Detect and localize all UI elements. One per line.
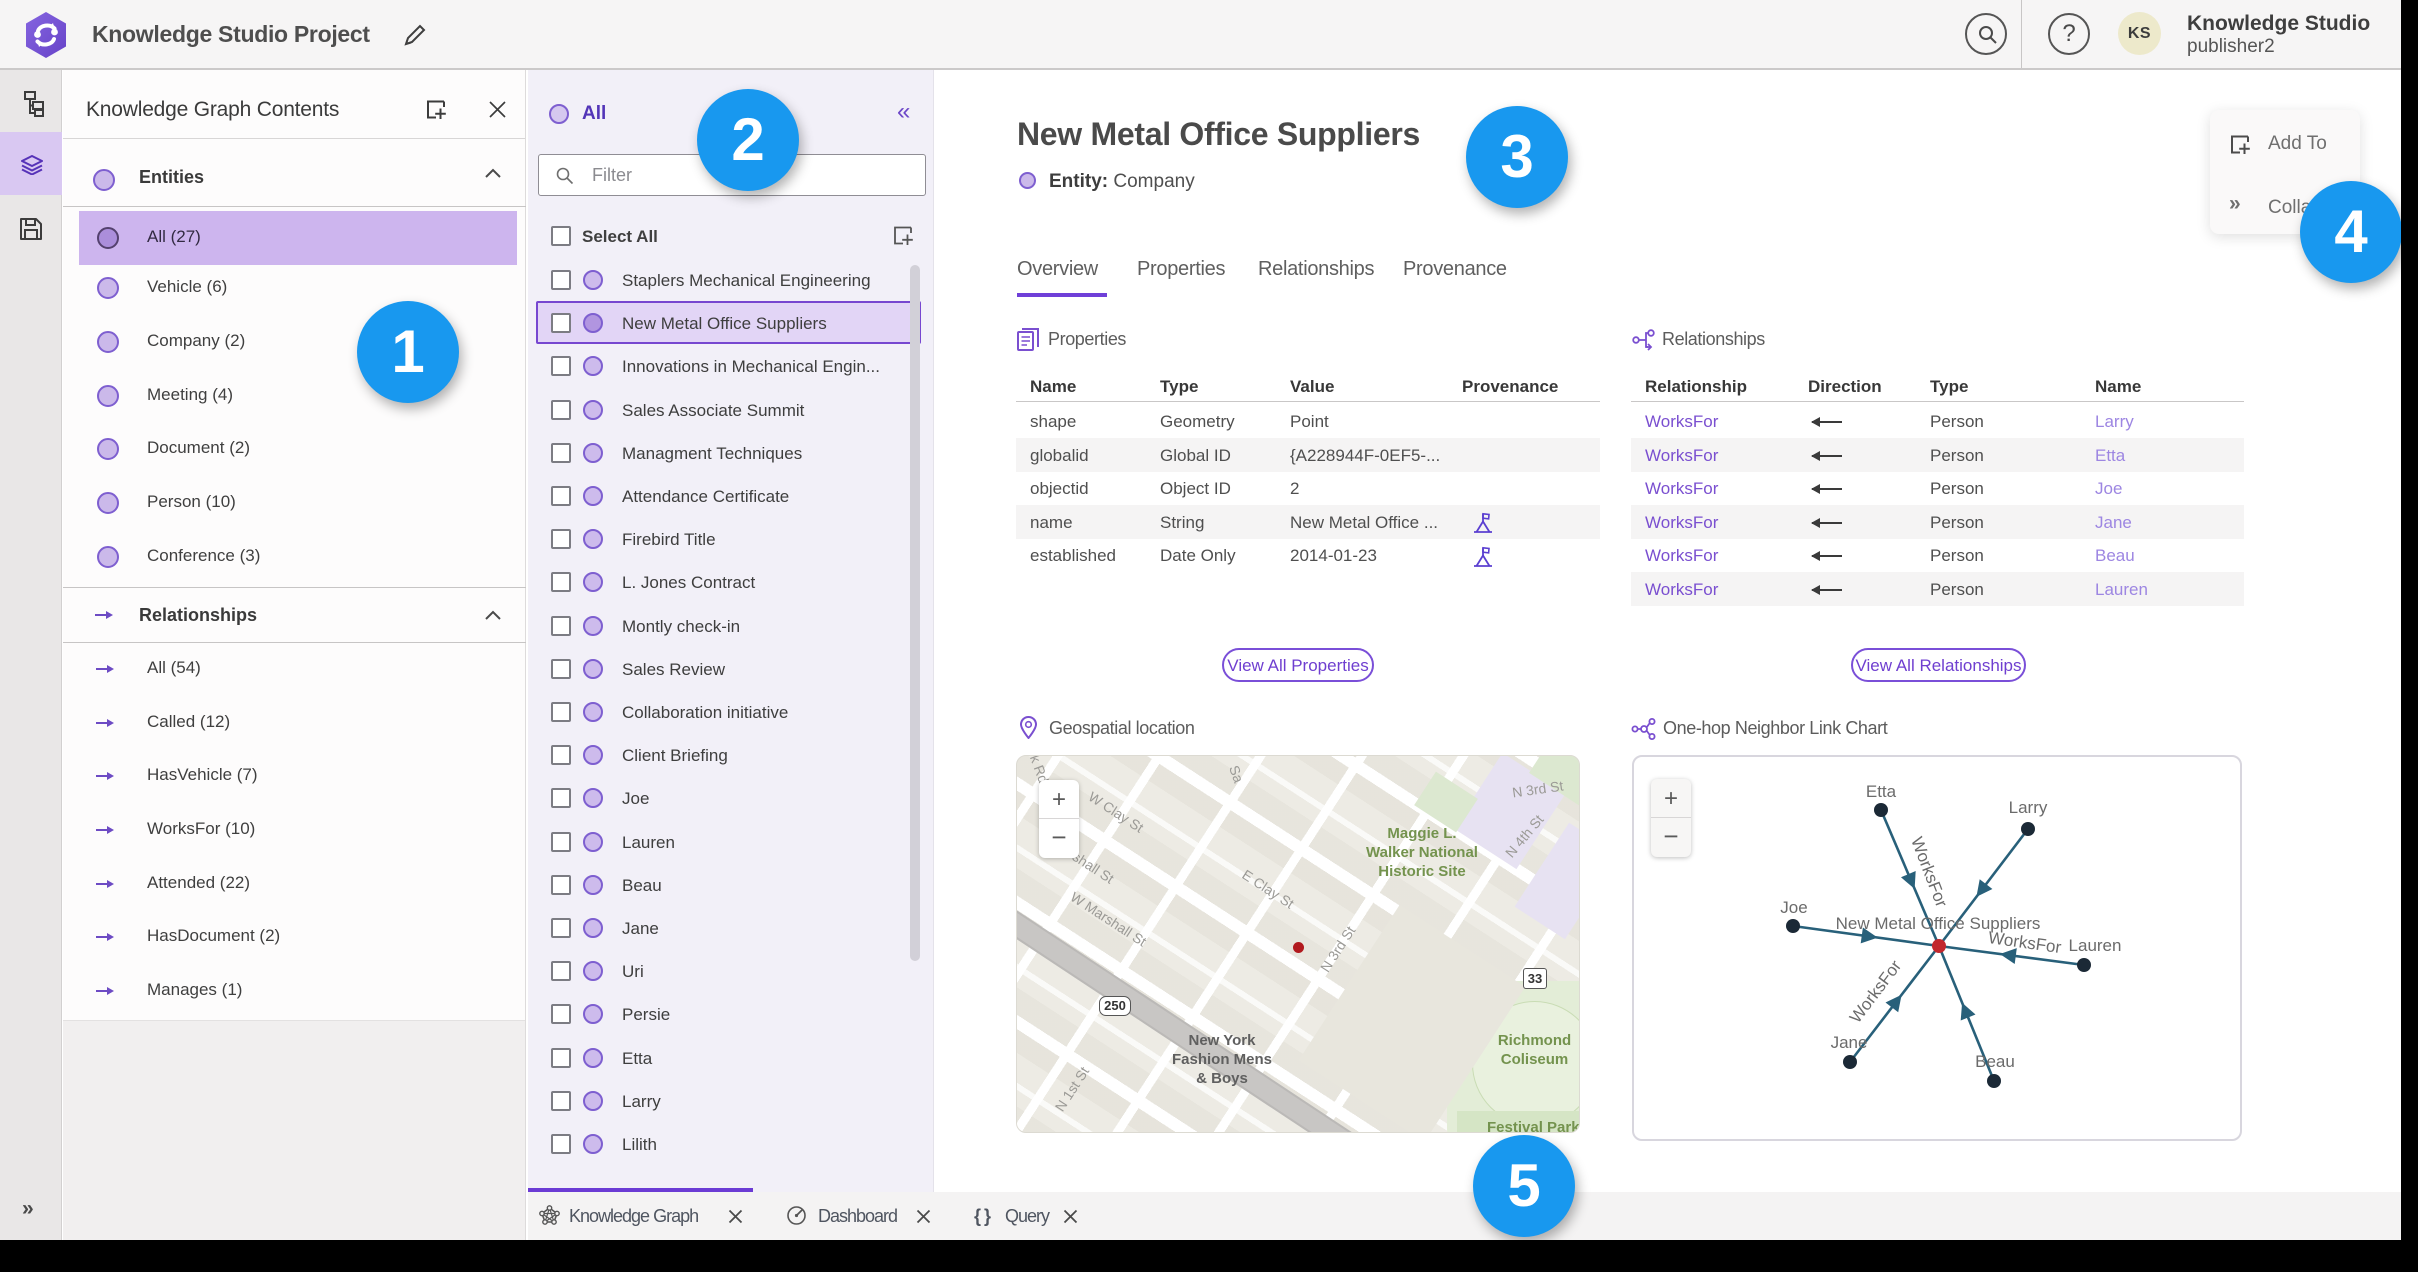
svg-text:Larry: Larry xyxy=(2009,798,2048,817)
svg-text:Joe: Joe xyxy=(1780,898,1807,917)
svg-text:Lauren: Lauren xyxy=(2069,936,2122,955)
svg-text:Beau: Beau xyxy=(1975,1052,2015,1071)
svg-text:Etta: Etta xyxy=(1866,782,1897,801)
svg-text:Jane: Jane xyxy=(1831,1033,1868,1052)
svg-text:WorksFor: WorksFor xyxy=(1846,956,1906,1026)
